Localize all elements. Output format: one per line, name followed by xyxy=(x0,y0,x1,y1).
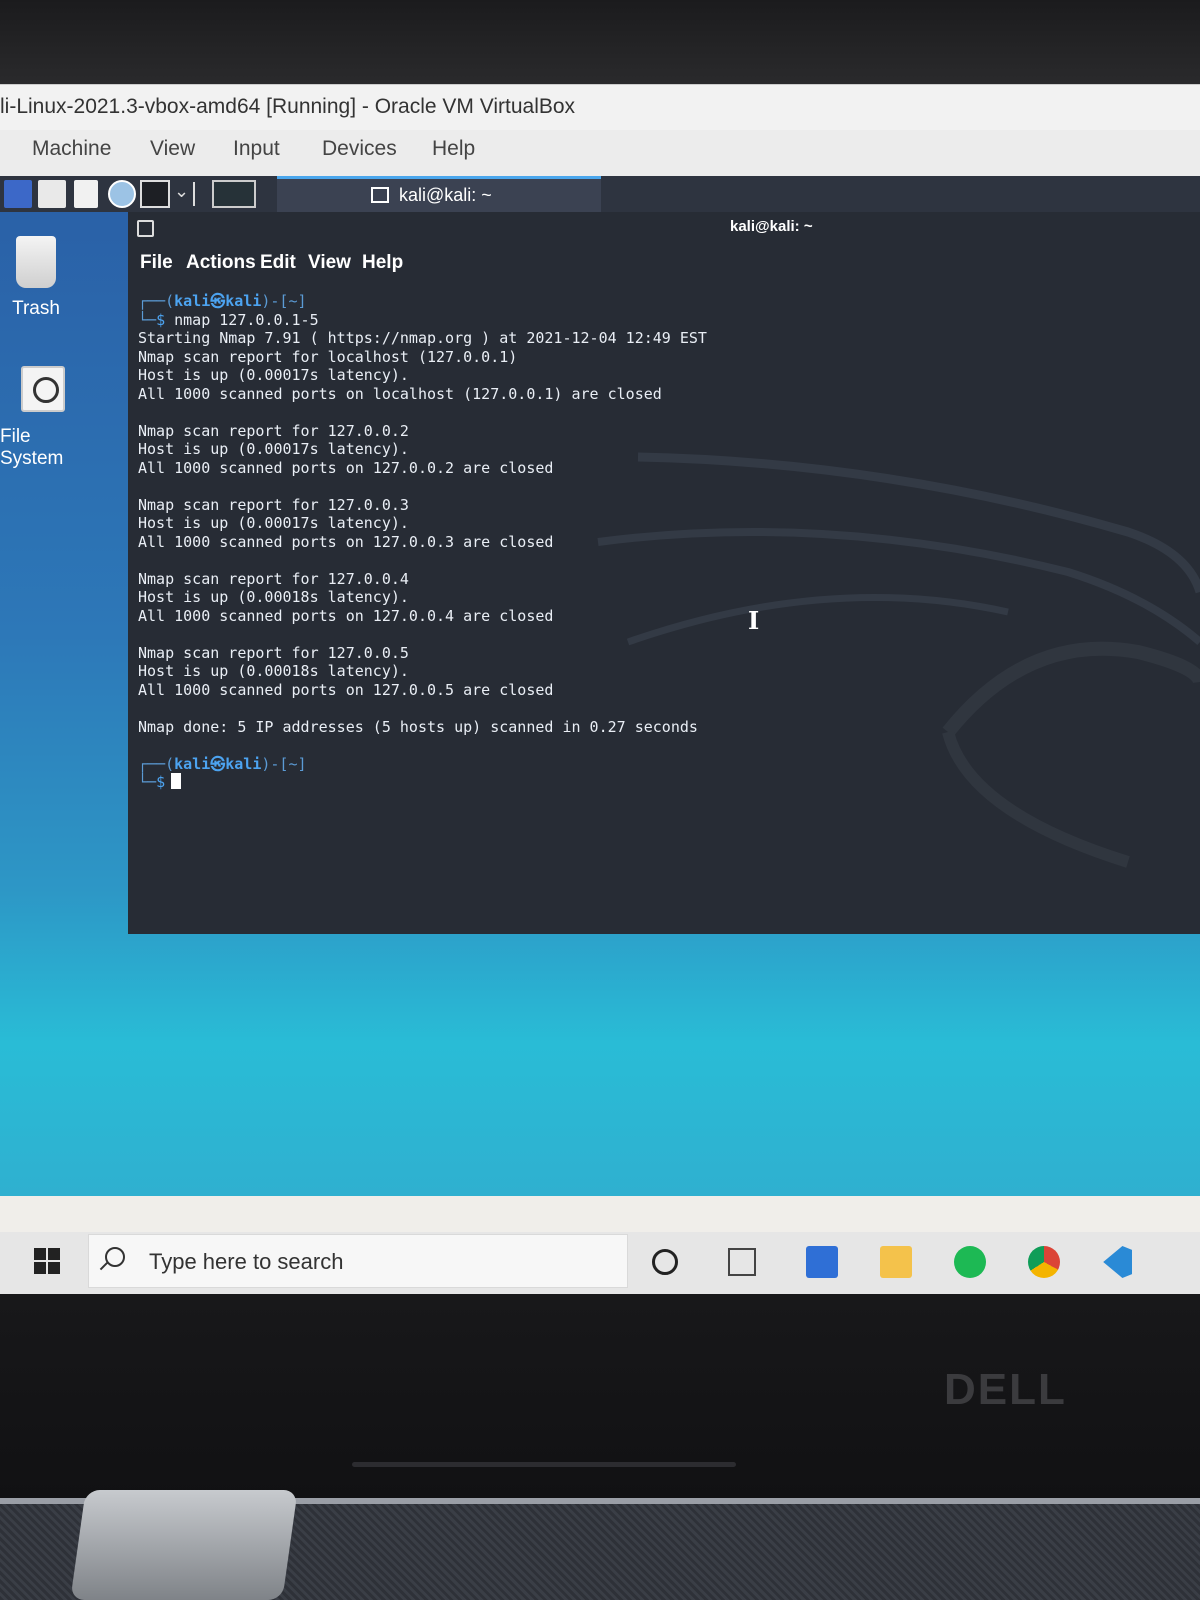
chevron-down-icon[interactable]: ⌄ xyxy=(174,181,189,202)
output-line: All 1000 scanned ports on 127.0.0.3 are … xyxy=(138,532,554,551)
output-line: Nmap scan report for localhost (127.0.0.… xyxy=(138,347,518,366)
output-line: Nmap scan report for 127.0.0.4 xyxy=(138,569,409,588)
spotify-icon[interactable] xyxy=(954,1246,986,1278)
terminal-title-bar[interactable]: kali@kali: ~ xyxy=(128,212,1200,246)
chrome-icon[interactable] xyxy=(1028,1246,1060,1278)
menu-help[interactable]: Help xyxy=(432,137,475,161)
prompt-dir: -[~] xyxy=(270,292,307,310)
nmap-output: Starting Nmap 7.91 ( https://nmap.org ) … xyxy=(138,329,1178,736)
desktop-icon-trash[interactable]: Trash xyxy=(6,236,66,320)
prompt-dir: -[~] xyxy=(270,754,307,773)
command-line: └─$ nmap 127.0.0.1-5 xyxy=(138,310,319,329)
output-line: Host is up (0.00018s latency). xyxy=(138,588,409,606)
input-line[interactable]: └─$ xyxy=(138,773,1178,792)
drive-icon xyxy=(21,366,65,412)
menu-machine[interactable]: Machine xyxy=(32,137,111,161)
trash-icon xyxy=(16,236,56,288)
output-line: All 1000 scanned ports on localhost (127… xyxy=(138,384,662,403)
text-editor-icon[interactable] xyxy=(74,180,98,208)
vbox-window-title: li-Linux-2021.3-vbox-amd64 [Running] - O… xyxy=(0,95,576,118)
taskbar-button-label: kali@kali: ~ xyxy=(399,185,492,205)
output-line: All 1000 scanned ports on 127.0.0.5 are … xyxy=(138,680,554,699)
output-line: All 1000 scanned ports on 127.0.0.2 are … xyxy=(138,458,554,477)
output-line: Nmap scan report for 127.0.0.5 xyxy=(138,643,409,662)
output-line: Host is up (0.00017s latency). xyxy=(138,440,409,458)
output-blank-line xyxy=(138,403,1178,422)
command-text: nmap 127.0.0.1-5 xyxy=(174,310,319,329)
terminal-menu-edit[interactable]: Edit xyxy=(260,252,296,274)
menu-input[interactable]: Input xyxy=(233,137,280,161)
output-line: Host is up (0.00018s latency). xyxy=(138,662,409,680)
prompt-user: kali㉿kali xyxy=(174,292,262,310)
output-blank-line xyxy=(138,699,1178,718)
kali-desktop: ⌄ kali@kali: ~ Trash File System kali@ka… xyxy=(0,176,1200,1196)
terminal-output[interactable]: ┌──(kali㉿kali)-[~] └─$ nmap 127.0.0.1-5 … xyxy=(138,292,1178,792)
microsoft-store-icon[interactable] xyxy=(806,1246,838,1278)
output-line: All 1000 scanned ports on 127.0.0.4 are … xyxy=(138,606,554,625)
search-placeholder: Type here to search xyxy=(149,1249,344,1274)
taskbar-button-terminal[interactable]: kali@kali: ~ xyxy=(277,176,601,212)
text-cursor xyxy=(171,773,182,789)
panel-separator xyxy=(193,182,195,206)
vbox-title-bar[interactable]: li-Linux-2021.3-vbox-amd64 [Running] - O… xyxy=(0,84,1200,130)
prompt-user: kali㉿kali xyxy=(174,754,262,773)
output-line: Nmap scan report for 127.0.0.2 xyxy=(138,421,409,440)
laptop-bezel-top xyxy=(0,0,1200,84)
windows-start-icon[interactable] xyxy=(34,1248,60,1274)
menu-view[interactable]: View xyxy=(150,137,195,161)
search-box[interactable]: Type here to search xyxy=(88,1234,628,1288)
output-line: Nmap done: 5 IP addresses (5 hosts up) s… xyxy=(138,717,698,736)
output-line: Host is up (0.00017s latency). xyxy=(138,514,409,532)
terminal-menu-bar: File Actions Edit View Help xyxy=(128,246,1200,286)
output-blank-line xyxy=(138,477,1178,496)
terminal-menu-file[interactable]: File xyxy=(140,252,173,274)
terminal-menu-actions[interactable]: Actions xyxy=(186,252,256,274)
desktop-icon-label: Trash xyxy=(12,298,60,319)
desktop-icon-file-system[interactable]: File System xyxy=(0,366,86,470)
prompt-line: ┌──(kali㉿kali)-[~] xyxy=(138,754,307,773)
terminal-app-icon xyxy=(137,220,154,237)
output-blank-line xyxy=(138,551,1178,570)
workspace-switcher-icon[interactable] xyxy=(212,180,256,208)
vbox-status-strip xyxy=(0,1196,1200,1232)
laptop-hinge xyxy=(352,1462,736,1467)
desktop-icon-label: File System xyxy=(0,426,64,469)
file-manager-icon[interactable] xyxy=(38,180,66,208)
search-icon xyxy=(105,1247,125,1267)
output-line: Starting Nmap 7.91 ( https://nmap.org ) … xyxy=(138,329,707,347)
mouse-ibeam-cursor-icon: I xyxy=(748,606,760,635)
file-explorer-icon[interactable] xyxy=(880,1246,912,1278)
windows-taskbar: Type here to search xyxy=(0,1196,1200,1294)
cortana-icon[interactable] xyxy=(652,1249,678,1275)
output-blank-line xyxy=(138,625,1178,644)
terminal-window-icon xyxy=(371,187,389,203)
output-line: Host is up (0.00017s latency). xyxy=(138,366,409,384)
laptop-latch xyxy=(70,1490,298,1600)
menu-devices[interactable]: Devices xyxy=(322,137,397,161)
vbox-menu-bar: Machine View Input Devices Help xyxy=(0,130,1200,176)
dell-logo: DELL xyxy=(944,1365,1067,1414)
show-desktop-icon[interactable] xyxy=(4,180,32,208)
terminal-window[interactable]: kali@kali: ~ File Actions Edit View Help… xyxy=(128,212,1200,934)
kali-top-panel: ⌄ kali@kali: ~ xyxy=(0,176,1200,212)
prompt-line: ┌──(kali㉿kali)-[~] xyxy=(138,292,307,310)
output-line: Nmap scan report for 127.0.0.3 xyxy=(138,495,409,514)
terminal-launcher-icon[interactable] xyxy=(140,180,170,208)
web-browser-icon[interactable] xyxy=(108,180,136,208)
task-view-icon[interactable] xyxy=(728,1248,756,1276)
terminal-menu-view[interactable]: View xyxy=(308,252,351,274)
terminal-window-title: kali@kali: ~ xyxy=(730,218,813,235)
vscode-icon[interactable] xyxy=(1103,1246,1132,1278)
terminal-menu-help[interactable]: Help xyxy=(362,252,403,274)
